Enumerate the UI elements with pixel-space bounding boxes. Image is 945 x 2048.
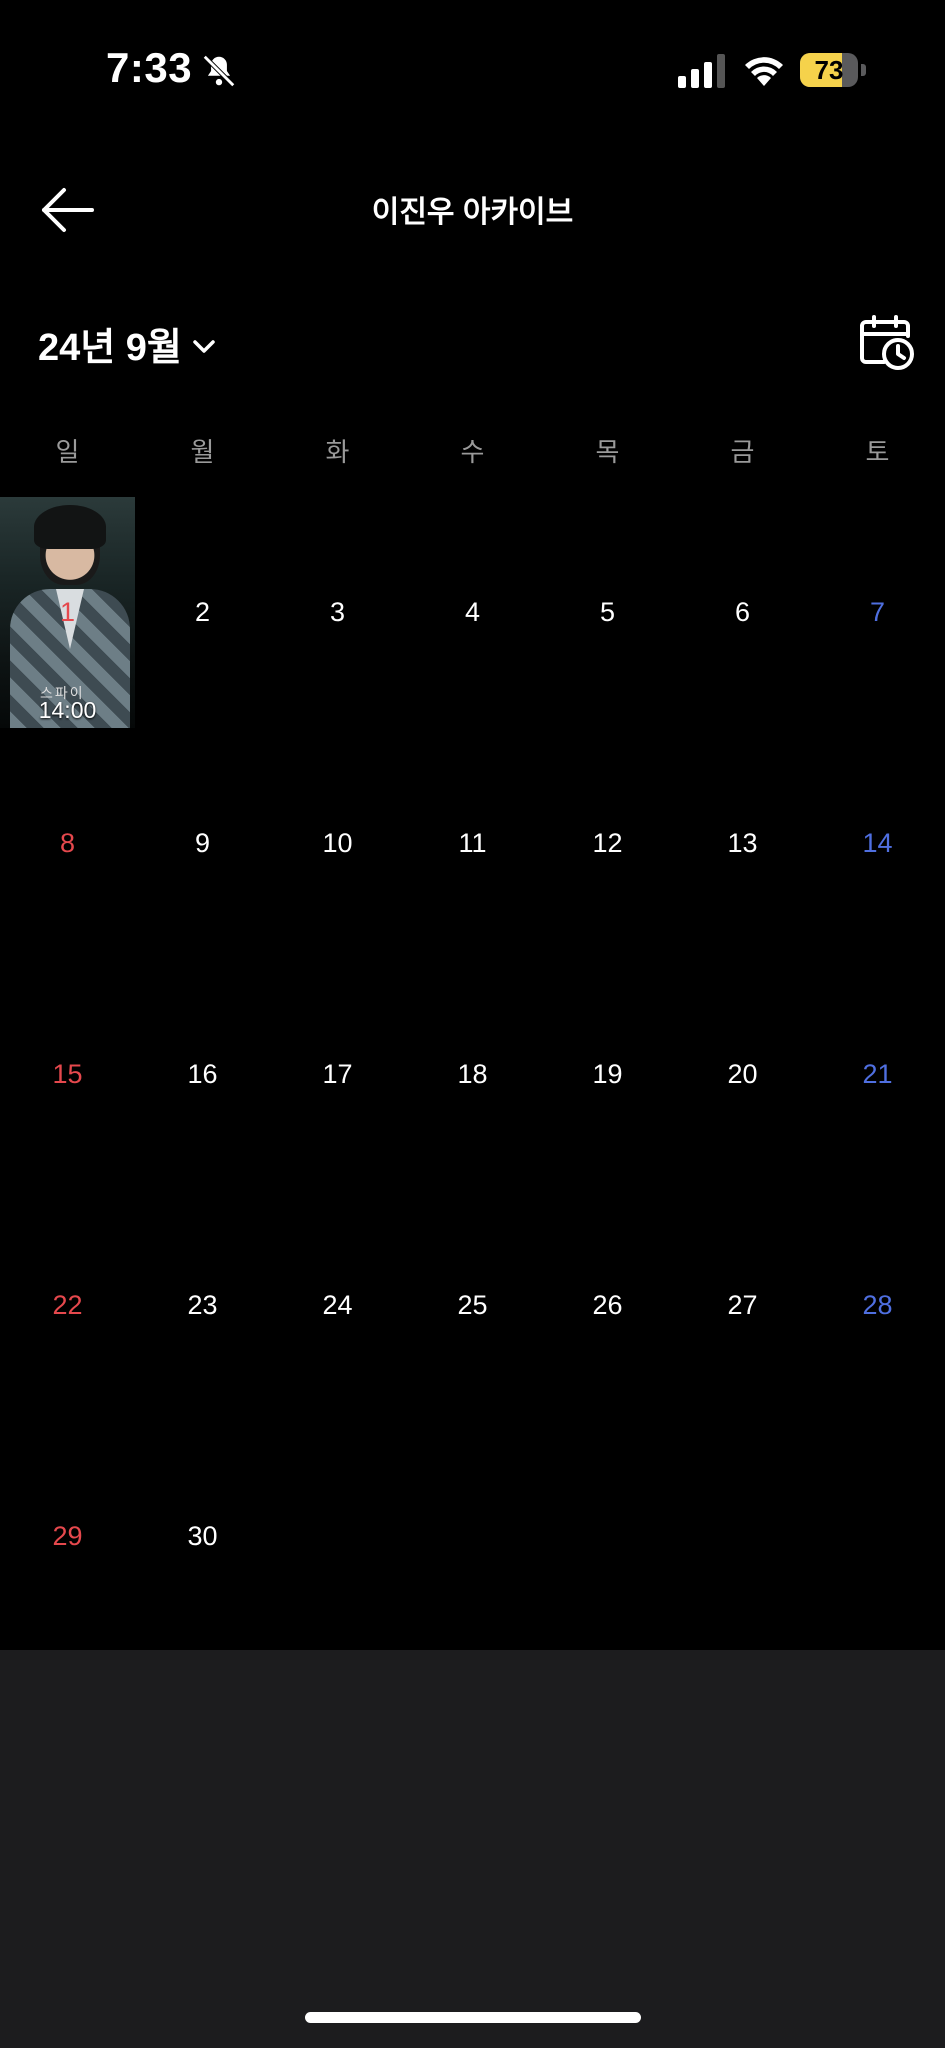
calendar-day[interactable]: 13 [675,728,810,959]
weekday-label: 토 [865,437,890,467]
day-number: 20 [727,1059,758,1089]
weekday-label: 일 [55,437,80,467]
day-number: 1 [59,597,76,627]
cellular-signal-icon [678,54,725,88]
bottom-sheet-area [0,1650,945,2048]
calendar-day-with-event[interactable]: 스파이 1 14:00 [0,497,135,728]
month-label: 24년 9월 [38,326,182,369]
calendar-week: 22 23 24 25 26 27 28 [0,1190,945,1421]
calendar-day[interactable]: 20 [675,959,810,1190]
calendar-day[interactable]: 14 [810,728,945,959]
calendar-day[interactable]: 22 [0,1190,135,1421]
calendar-day[interactable]: 25 [405,1190,540,1421]
day-number: 23 [187,1290,218,1320]
calendar-day[interactable]: 30 [135,1421,270,1652]
day-number: 18 [457,1059,488,1089]
calendar-day[interactable]: 27 [675,1190,810,1421]
month-selector[interactable]: 24년 9월 [38,318,218,369]
day-number: 2 [194,597,211,627]
calendar-day-empty [810,1421,945,1652]
calendar-day[interactable]: 18 [405,959,540,1190]
day-number: 15 [52,1059,83,1089]
calendar-day[interactable]: 5 [540,497,675,728]
status-time: 7:33 [106,44,193,91]
calendar-day[interactable]: 8 [0,728,135,959]
calendar-day[interactable]: 6 [675,497,810,728]
day-number: 7 [869,597,886,627]
calendar-day[interactable]: 28 [810,1190,945,1421]
calendar-week: 29 30 [0,1421,945,1652]
calendar-day[interactable]: 29 [0,1421,135,1652]
calendar-day[interactable]: 11 [405,728,540,959]
weekday-label: 목 [595,437,620,467]
weekday-label: 월 [190,437,215,467]
calendar-day[interactable]: 23 [135,1190,270,1421]
calendar-day[interactable]: 24 [270,1190,405,1421]
calendar-day-empty [405,1421,540,1652]
weekday-label: 화 [325,437,350,467]
status-bar: 7:33 73 [0,0,945,130]
calendar-day[interactable]: 10 [270,728,405,959]
day-number: 27 [727,1290,758,1320]
calendar-day[interactable]: 4 [405,497,540,728]
wifi-icon [745,57,783,86]
home-indicator[interactable] [305,2012,641,2023]
day-number: 12 [592,828,623,858]
calendar-day[interactable]: 12 [540,728,675,959]
calendar-day[interactable]: 21 [810,959,945,1190]
calendar-day[interactable]: 7 [810,497,945,728]
day-number: 25 [457,1290,488,1320]
calendar-week: 15 16 17 18 19 20 21 [0,959,945,1190]
calendar-day[interactable]: 2 [135,497,270,728]
calendar-day[interactable]: 15 [0,959,135,1190]
day-number: 5 [599,597,616,627]
day-number: 9 [194,828,211,858]
calendar-day[interactable]: 16 [135,959,270,1190]
calendar-day[interactable]: 3 [270,497,405,728]
calendar-week: 8 9 10 11 12 13 14 [0,728,945,959]
day-number: 3 [329,597,346,627]
day-number: 17 [322,1059,353,1089]
day-number: 6 [734,597,751,627]
day-number: 22 [52,1290,83,1320]
poster-title: 스파이 [40,685,85,701]
day-number: 14 [862,828,893,858]
weekday-label: 수 [460,437,485,467]
calendar-clock-icon[interactable] [858,314,916,372]
bell-slash-icon [203,55,235,87]
day-number: 8 [59,828,76,858]
chevron-down-icon [193,340,215,353]
day-number: 24 [322,1290,353,1320]
day-number: 10 [322,828,353,858]
day-number: 29 [52,1521,83,1551]
day-number: 11 [458,828,487,858]
battery-icon: 73 [800,53,866,87]
weekday-label: 금 [730,437,755,467]
day-number: 26 [592,1290,623,1320]
calendar-day-empty [270,1421,405,1652]
calendar-day[interactable]: 19 [540,959,675,1190]
battery-percent: 73 [814,55,844,85]
calendar-day-empty [540,1421,675,1652]
calendar-day[interactable]: 9 [135,728,270,959]
calendar-day[interactable]: 26 [540,1190,675,1421]
day-number: 16 [187,1059,218,1089]
day-number: 19 [592,1059,623,1089]
calendar-day[interactable]: 17 [270,959,405,1190]
calendar-week: 스파이 1 14:00 2 3 4 5 6 7 [0,497,945,728]
day-number: 21 [862,1059,893,1089]
page-title: 이진우 아카이브 [371,196,574,229]
day-number: 28 [862,1290,893,1320]
day-number: 30 [187,1521,218,1551]
weekday-header: 일 월 화 수 목 금 토 [0,432,945,472]
day-number: 13 [727,828,758,858]
day-number: 4 [464,597,481,627]
event-time: 14:00 [38,697,97,723]
calendar-grid: 스파이 1 14:00 2 3 4 5 6 7 8 9 10 11 12 13 … [0,497,945,1652]
calendar-day-empty [675,1421,810,1652]
